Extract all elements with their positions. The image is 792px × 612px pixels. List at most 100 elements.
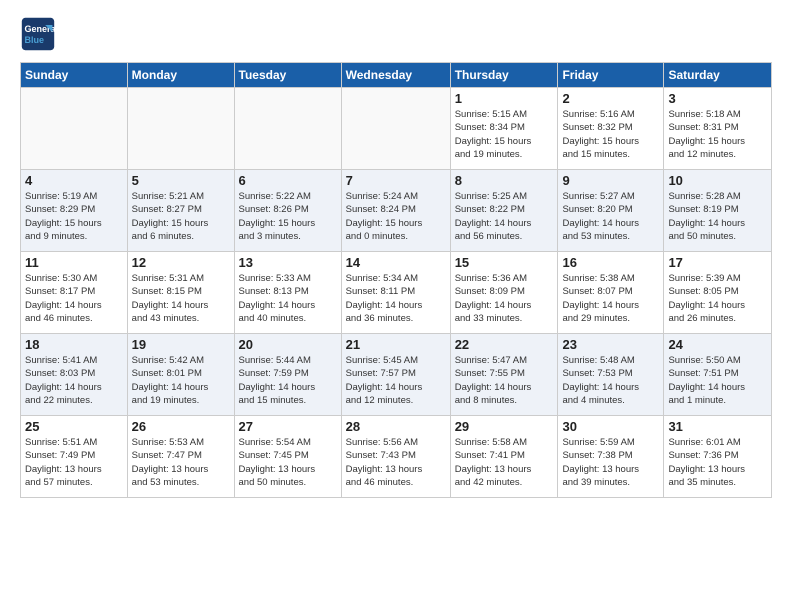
calendar-day-9: 9 Sunrise: 5:27 AM Sunset: 8:20 PM Daylig… (558, 170, 664, 252)
calendar-header-row: SundayMondayTuesdayWednesdayThursdayFrid… (21, 63, 772, 88)
calendar-day-29: 29 Sunrise: 5:58 AM Sunset: 7:41 PM Dayli… (450, 416, 558, 498)
day-info: Sunrise: 5:38 AM Sunset: 8:07 PM Dayligh… (562, 272, 659, 325)
day-info: Sunrise: 5:27 AM Sunset: 8:20 PM Dayligh… (562, 190, 659, 243)
day-info: Sunrise: 5:15 AM Sunset: 8:34 PM Dayligh… (455, 108, 554, 161)
calendar-day-25: 25 Sunrise: 5:51 AM Sunset: 7:49 PM Dayli… (21, 416, 128, 498)
calendar-day-30: 30 Sunrise: 5:59 AM Sunset: 7:38 PM Dayli… (558, 416, 664, 498)
day-info: Sunrise: 5:19 AM Sunset: 8:29 PM Dayligh… (25, 190, 123, 243)
day-info: Sunrise: 5:59 AM Sunset: 7:38 PM Dayligh… (562, 436, 659, 489)
day-number: 29 (455, 419, 554, 434)
calendar-header-saturday: Saturday (664, 63, 772, 88)
calendar-day-21: 21 Sunrise: 5:45 AM Sunset: 7:57 PM Dayli… (341, 334, 450, 416)
day-info: Sunrise: 5:22 AM Sunset: 8:26 PM Dayligh… (239, 190, 337, 243)
calendar-day-26: 26 Sunrise: 5:53 AM Sunset: 7:47 PM Dayli… (127, 416, 234, 498)
day-info: Sunrise: 6:01 AM Sunset: 7:36 PM Dayligh… (668, 436, 767, 489)
day-number: 2 (562, 91, 659, 106)
calendar-day-19: 19 Sunrise: 5:42 AM Sunset: 8:01 PM Dayli… (127, 334, 234, 416)
calendar-header-tuesday: Tuesday (234, 63, 341, 88)
calendar-header-sunday: Sunday (21, 63, 128, 88)
day-number: 7 (346, 173, 446, 188)
day-info: Sunrise: 5:50 AM Sunset: 7:51 PM Dayligh… (668, 354, 767, 407)
calendar-day-2: 2 Sunrise: 5:16 AM Sunset: 8:32 PM Daylig… (558, 88, 664, 170)
calendar-day-11: 11Sunrise: 5:30 AM Sunset: 8:17 PM Dayli… (21, 252, 128, 334)
calendar-week-row: 18Sunrise: 5:41 AM Sunset: 8:03 PM Dayli… (21, 334, 772, 416)
calendar-day-27: 27 Sunrise: 5:54 AM Sunset: 7:45 PM Dayli… (234, 416, 341, 498)
day-info: Sunrise: 5:54 AM Sunset: 7:45 PM Dayligh… (239, 436, 337, 489)
day-number: 4 (25, 173, 123, 188)
calendar-day-7: 7 Sunrise: 5:24 AM Sunset: 8:24 PM Daylig… (341, 170, 450, 252)
day-number: 3 (668, 91, 767, 106)
calendar-day-14: 14 Sunrise: 5:34 AM Sunset: 8:11 PM Dayli… (341, 252, 450, 334)
calendar-week-row: 11Sunrise: 5:30 AM Sunset: 8:17 PM Dayli… (21, 252, 772, 334)
day-info: Sunrise: 5:36 AM Sunset: 8:09 PM Dayligh… (455, 272, 554, 325)
calendar-day-22: 22Sunrise: 5:47 AM Sunset: 7:55 PM Dayli… (450, 334, 558, 416)
day-info: Sunrise: 5:16 AM Sunset: 8:32 PM Dayligh… (562, 108, 659, 161)
day-number: 21 (346, 337, 446, 352)
calendar-week-row: 4 Sunrise: 5:19 AM Sunset: 8:29 PM Daylig… (21, 170, 772, 252)
calendar-day-3: 3 Sunrise: 5:18 AM Sunset: 8:31 PM Daylig… (664, 88, 772, 170)
day-number: 20 (239, 337, 337, 352)
day-number: 23 (562, 337, 659, 352)
day-number: 5 (132, 173, 230, 188)
calendar-day-10: 10Sunrise: 5:28 AM Sunset: 8:19 PM Dayli… (664, 170, 772, 252)
day-info: Sunrise: 5:44 AM Sunset: 7:59 PM Dayligh… (239, 354, 337, 407)
calendar-day-1: 1 Sunrise: 5:15 AM Sunset: 8:34 PM Daylig… (450, 88, 558, 170)
day-number: 19 (132, 337, 230, 352)
calendar-day-13: 13 Sunrise: 5:33 AM Sunset: 8:13 PM Dayli… (234, 252, 341, 334)
day-number: 10 (668, 173, 767, 188)
calendar-header-friday: Friday (558, 63, 664, 88)
day-info: Sunrise: 5:21 AM Sunset: 8:27 PM Dayligh… (132, 190, 230, 243)
calendar-table: SundayMondayTuesdayWednesdayThursdayFrid… (20, 62, 772, 498)
calendar-day-16: 16 Sunrise: 5:38 AM Sunset: 8:07 PM Dayli… (558, 252, 664, 334)
day-info: Sunrise: 5:41 AM Sunset: 8:03 PM Dayligh… (25, 354, 123, 407)
day-number: 1 (455, 91, 554, 106)
day-number: 14 (346, 255, 446, 270)
day-info: Sunrise: 5:51 AM Sunset: 7:49 PM Dayligh… (25, 436, 123, 489)
day-info: Sunrise: 5:31 AM Sunset: 8:15 PM Dayligh… (132, 272, 230, 325)
day-number: 12 (132, 255, 230, 270)
calendar-day-23: 23 Sunrise: 5:48 AM Sunset: 7:53 PM Dayli… (558, 334, 664, 416)
day-info: Sunrise: 5:34 AM Sunset: 8:11 PM Dayligh… (346, 272, 446, 325)
day-number: 30 (562, 419, 659, 434)
day-number: 22 (455, 337, 554, 352)
day-number: 28 (346, 419, 446, 434)
calendar-header-wednesday: Wednesday (341, 63, 450, 88)
calendar-day-6: 6 Sunrise: 5:22 AM Sunset: 8:26 PM Daylig… (234, 170, 341, 252)
calendar-day-28: 28 Sunrise: 5:56 AM Sunset: 7:43 PM Dayli… (341, 416, 450, 498)
day-number: 24 (668, 337, 767, 352)
day-number: 8 (455, 173, 554, 188)
day-info: Sunrise: 5:48 AM Sunset: 7:53 PM Dayligh… (562, 354, 659, 407)
calendar-day-24: 24 Sunrise: 5:50 AM Sunset: 7:51 PM Dayli… (664, 334, 772, 416)
calendar-empty-cell (127, 88, 234, 170)
calendar-day-20: 20 Sunrise: 5:44 AM Sunset: 7:59 PM Dayli… (234, 334, 341, 416)
calendar-day-5: 5 Sunrise: 5:21 AM Sunset: 8:27 PM Daylig… (127, 170, 234, 252)
day-info: Sunrise: 5:18 AM Sunset: 8:31 PM Dayligh… (668, 108, 767, 161)
day-info: Sunrise: 5:53 AM Sunset: 7:47 PM Dayligh… (132, 436, 230, 489)
day-info: Sunrise: 5:58 AM Sunset: 7:41 PM Dayligh… (455, 436, 554, 489)
day-info: Sunrise: 5:56 AM Sunset: 7:43 PM Dayligh… (346, 436, 446, 489)
day-info: Sunrise: 5:33 AM Sunset: 8:13 PM Dayligh… (239, 272, 337, 325)
day-info: Sunrise: 5:42 AM Sunset: 8:01 PM Dayligh… (132, 354, 230, 407)
day-number: 16 (562, 255, 659, 270)
day-info: Sunrise: 5:24 AM Sunset: 8:24 PM Dayligh… (346, 190, 446, 243)
day-number: 27 (239, 419, 337, 434)
day-info: Sunrise: 5:45 AM Sunset: 7:57 PM Dayligh… (346, 354, 446, 407)
calendar-header-thursday: Thursday (450, 63, 558, 88)
day-number: 13 (239, 255, 337, 270)
page: General Blue SundayMondayTuesdayWednesda… (0, 0, 792, 508)
day-number: 6 (239, 173, 337, 188)
day-number: 31 (668, 419, 767, 434)
day-number: 25 (25, 419, 123, 434)
generalblue-logo-icon: General Blue (20, 16, 56, 52)
day-number: 26 (132, 419, 230, 434)
day-number: 9 (562, 173, 659, 188)
day-number: 15 (455, 255, 554, 270)
calendar-day-17: 17Sunrise: 5:39 AM Sunset: 8:05 PM Dayli… (664, 252, 772, 334)
day-number: 17 (668, 255, 767, 270)
calendar-day-12: 12 Sunrise: 5:31 AM Sunset: 8:15 PM Dayli… (127, 252, 234, 334)
calendar-day-8: 8Sunrise: 5:25 AM Sunset: 8:22 PM Daylig… (450, 170, 558, 252)
logo: General Blue (20, 16, 60, 52)
calendar-week-row: 25 Sunrise: 5:51 AM Sunset: 7:49 PM Dayli… (21, 416, 772, 498)
svg-text:Blue: Blue (25, 35, 45, 45)
calendar-day-31: 31 Sunrise: 6:01 AM Sunset: 7:36 PM Dayli… (664, 416, 772, 498)
